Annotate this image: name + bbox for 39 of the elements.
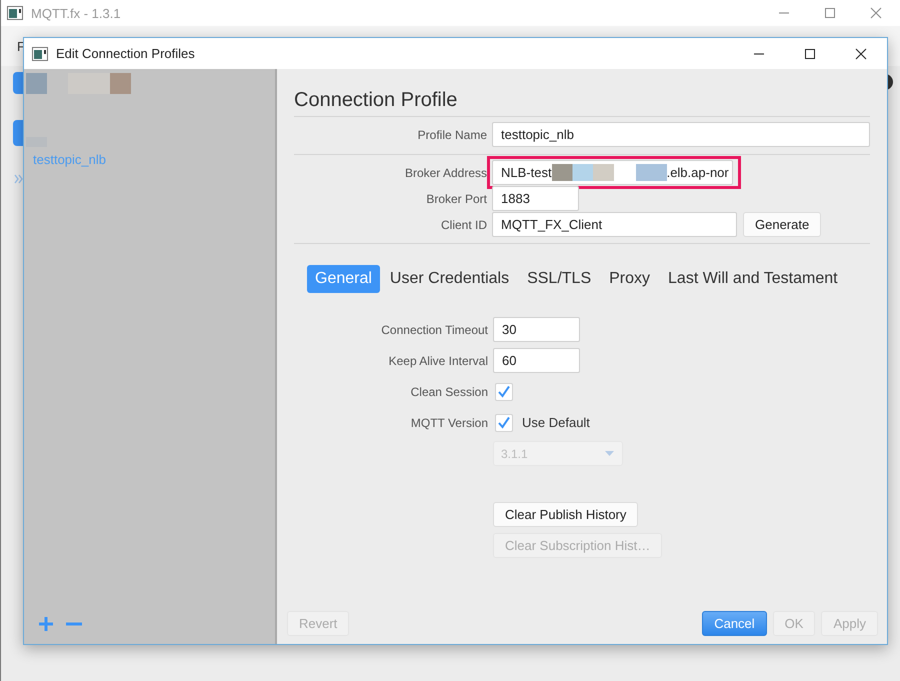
field-label: Client ID bbox=[440, 218, 487, 232]
generate-button[interactable]: Generate bbox=[743, 212, 822, 237]
window-title: MQTT.fx - 1.3.1 bbox=[31, 6, 121, 20]
field-label: MQTT Version bbox=[410, 416, 488, 430]
close-icon[interactable] bbox=[855, 48, 867, 60]
tab[interactable]: Proxy bbox=[601, 265, 658, 293]
field-text: NLB-test bbox=[501, 165, 552, 180]
field-text: .elb.ap-nor bbox=[666, 165, 729, 180]
input-field[interactable]: NLB-test .elb.ap-nor bbox=[492, 160, 733, 185]
input-field[interactable]: testtopic_nlb bbox=[492, 122, 870, 147]
redaction-block bbox=[26, 73, 47, 94]
checkbox[interactable] bbox=[495, 414, 513, 432]
input-field[interactable]: 30 bbox=[493, 317, 580, 342]
field-label: Connection Timeout bbox=[380, 322, 488, 336]
input-field[interactable]: 1883 bbox=[492, 186, 579, 211]
remove-icon[interactable] bbox=[66, 622, 82, 626]
chevron-icon[interactable] bbox=[14, 174, 24, 184]
tab[interactable]: User Credentials bbox=[382, 265, 518, 293]
caret-icon bbox=[605, 451, 614, 456]
input-field[interactable]: MQTT_FX_Client bbox=[492, 212, 737, 237]
dialog-title: Edit Connection Profiles bbox=[56, 46, 195, 61]
field-label: Clean Session bbox=[410, 384, 488, 398]
field-label: Profile Name bbox=[416, 128, 487, 142]
maximize-icon[interactable] bbox=[804, 48, 816, 60]
section-heading: Connection Profile bbox=[294, 89, 458, 112]
checkbox-label: Use Default bbox=[522, 415, 590, 430]
tab[interactable]: Last Will and Testament bbox=[660, 265, 846, 293]
redaction-block bbox=[552, 164, 614, 181]
field-label: Keep Alive Interval bbox=[388, 354, 488, 368]
app-icon bbox=[32, 46, 48, 60]
field-label: Broker Port bbox=[425, 192, 487, 206]
history-button[interactable]: Clear Publish History bbox=[493, 502, 638, 527]
input-field[interactable]: 60 bbox=[493, 348, 580, 373]
field-label: Broker Address bbox=[404, 166, 487, 180]
checkbox[interactable] bbox=[495, 382, 513, 400]
tab[interactable]: SSL/TLS bbox=[519, 265, 600, 293]
redaction-block bbox=[636, 164, 667, 181]
add-icon[interactable] bbox=[38, 616, 54, 632]
app-icon bbox=[7, 6, 23, 20]
